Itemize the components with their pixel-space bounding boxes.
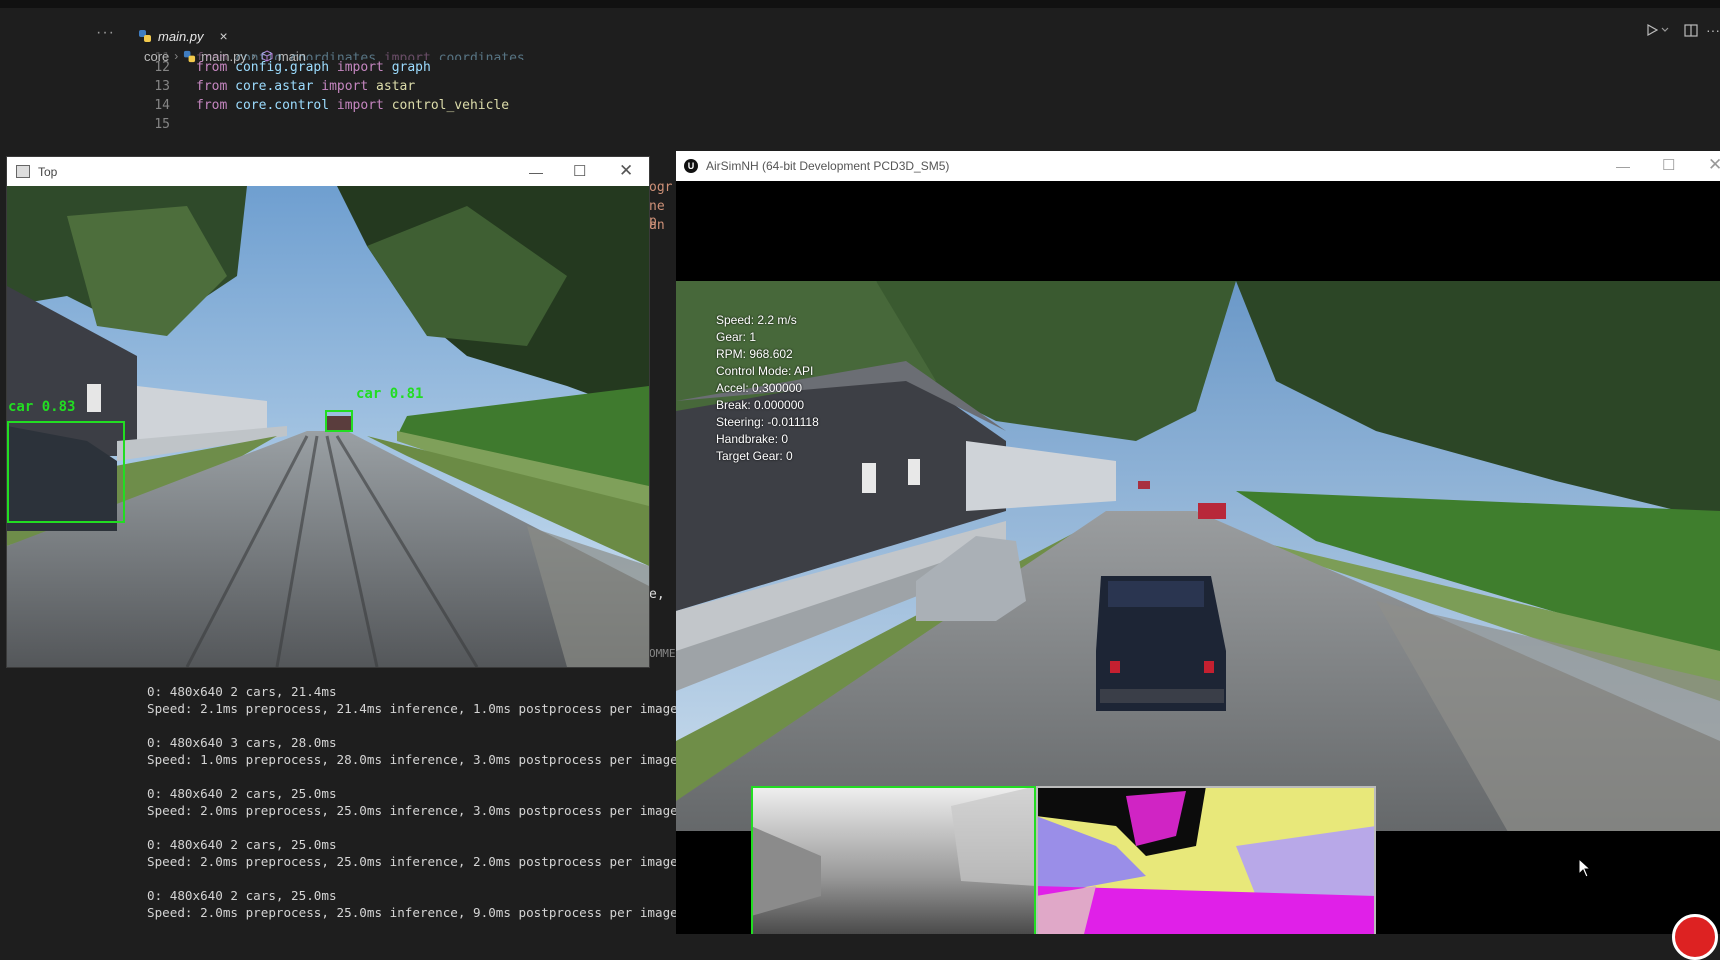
terminal-line: 0: 480x640 2 cars, 25.0ms (147, 837, 337, 852)
code-line: 12 from config.graph import graph (154, 60, 431, 75)
street-scene-image (7, 186, 649, 667)
hud-gear: Gear: 1 (716, 330, 757, 344)
depth-camera-inset (751, 786, 1036, 934)
code-line: 11 from config.coordinates import coordi… (154, 51, 525, 60)
window-titlebar[interactable]: Top — ☐ ✕ (7, 157, 649, 186)
hud-handbrake: Handbrake: 0 (716, 432, 789, 446)
code-line: 15 (154, 117, 170, 132)
hud-brake: Break: 0.000000 (716, 398, 805, 412)
maximize-icon[interactable]: ☐ (573, 162, 586, 180)
detection-label: car 0.81 (356, 386, 424, 402)
hud-steering: Steering: -0.011118 (716, 415, 819, 429)
window-titlebar[interactable]: U AirSimNH (64-bit Development PCD3D_SM5… (676, 151, 1720, 181)
terminal-line: 0: 480x640 3 cars, 28.0ms (147, 735, 337, 750)
terminal-line: Speed: 2.0ms preprocess, 25.0ms inferenc… (147, 854, 716, 869)
segmentation-camera-inset (1036, 786, 1376, 934)
window-app-icon (16, 165, 30, 178)
window-top-strip (0, 0, 1720, 8)
hud-control-mode: Control Mode: API (716, 364, 814, 378)
terminal-line: Speed: 2.0ms preprocess, 25.0ms inferenc… (147, 905, 716, 920)
python-file-icon (139, 30, 151, 42)
hud-rpm: RPM: 968.602 (716, 347, 793, 361)
split-editor-icon[interactable] (1684, 24, 1698, 37)
hud-target-gear: Target Gear: 0 (716, 449, 793, 463)
run-icon[interactable] (1646, 24, 1658, 36)
top-camera-window[interactable]: Top — ☐ ✕ car 0.83 car 0.81 (7, 157, 649, 667)
tab-label: main.py (158, 28, 204, 44)
maximize-icon[interactable]: ☐ (1662, 156, 1675, 174)
hud-accel: Accel: 0.300000 (716, 381, 803, 395)
mouse-cursor-icon (1578, 858, 1592, 878)
terminal-line: Speed: 1.0ms preprocess, 28.0ms inferenc… (147, 752, 716, 767)
terminal-line: 0: 480x640 2 cars, 25.0ms (147, 786, 337, 801)
editor-more-icon[interactable]: ··· (1706, 22, 1720, 38)
detection-label: car 0.83 (8, 399, 76, 415)
window-title: AirSimNH (64-bit Development PCD3D_SM5) (706, 159, 950, 173)
terminal-output[interactable]: 0: 480x640 2 cars, 21.4ms Speed: 2.1ms p… (147, 684, 716, 922)
window-title: Top (38, 164, 58, 179)
editor-overflow-text: ogr ne p an e, OMME (649, 180, 676, 660)
terminal-line: 0: 480x640 2 cars, 25.0ms (147, 888, 337, 903)
more-actions-icon[interactable]: ··· (96, 24, 115, 42)
terminal-line: 0: 480x640 2 cars, 21.4ms (147, 684, 337, 699)
record-button-icon[interactable] (1672, 914, 1718, 960)
vehicle-telemetry-hud: Speed: 2.2 m/s Gear: 1 RPM: 968.602 Cont… (716, 312, 819, 465)
tab-close-icon[interactable]: × (220, 28, 228, 44)
close-icon[interactable]: ✕ (619, 161, 633, 181)
terminal-line: Speed: 2.0ms preprocess, 25.0ms inferenc… (147, 803, 716, 818)
unreal-engine-icon: U (684, 159, 698, 173)
detection-camera-view: car 0.83 car 0.81 (7, 186, 649, 667)
terminal-line: Speed: 2.1ms preprocess, 21.4ms inferenc… (147, 701, 716, 716)
editor-tab-bar: ··· main.py × ··· (0, 8, 1720, 55)
simulation-view: Speed: 2.2 m/s Gear: 1 RPM: 968.602 Cont… (676, 181, 1720, 934)
hud-speed: Speed: 2.2 m/s (716, 313, 797, 327)
minimize-icon[interactable]: — (1616, 158, 1630, 174)
code-line: 13 from core.astar import astar (154, 79, 416, 94)
run-menu-chevron-icon[interactable] (1661, 24, 1669, 36)
airsim-window[interactable]: U AirSimNH (64-bit Development PCD3D_SM5… (676, 151, 1720, 934)
close-icon[interactable]: ✕ (1708, 155, 1720, 175)
code-line: 14 from core.control import control_vehi… (154, 98, 510, 113)
minimize-icon[interactable]: — (529, 164, 543, 180)
code-editor[interactable]: 11 from config.coordinates import coordi… (130, 51, 524, 136)
